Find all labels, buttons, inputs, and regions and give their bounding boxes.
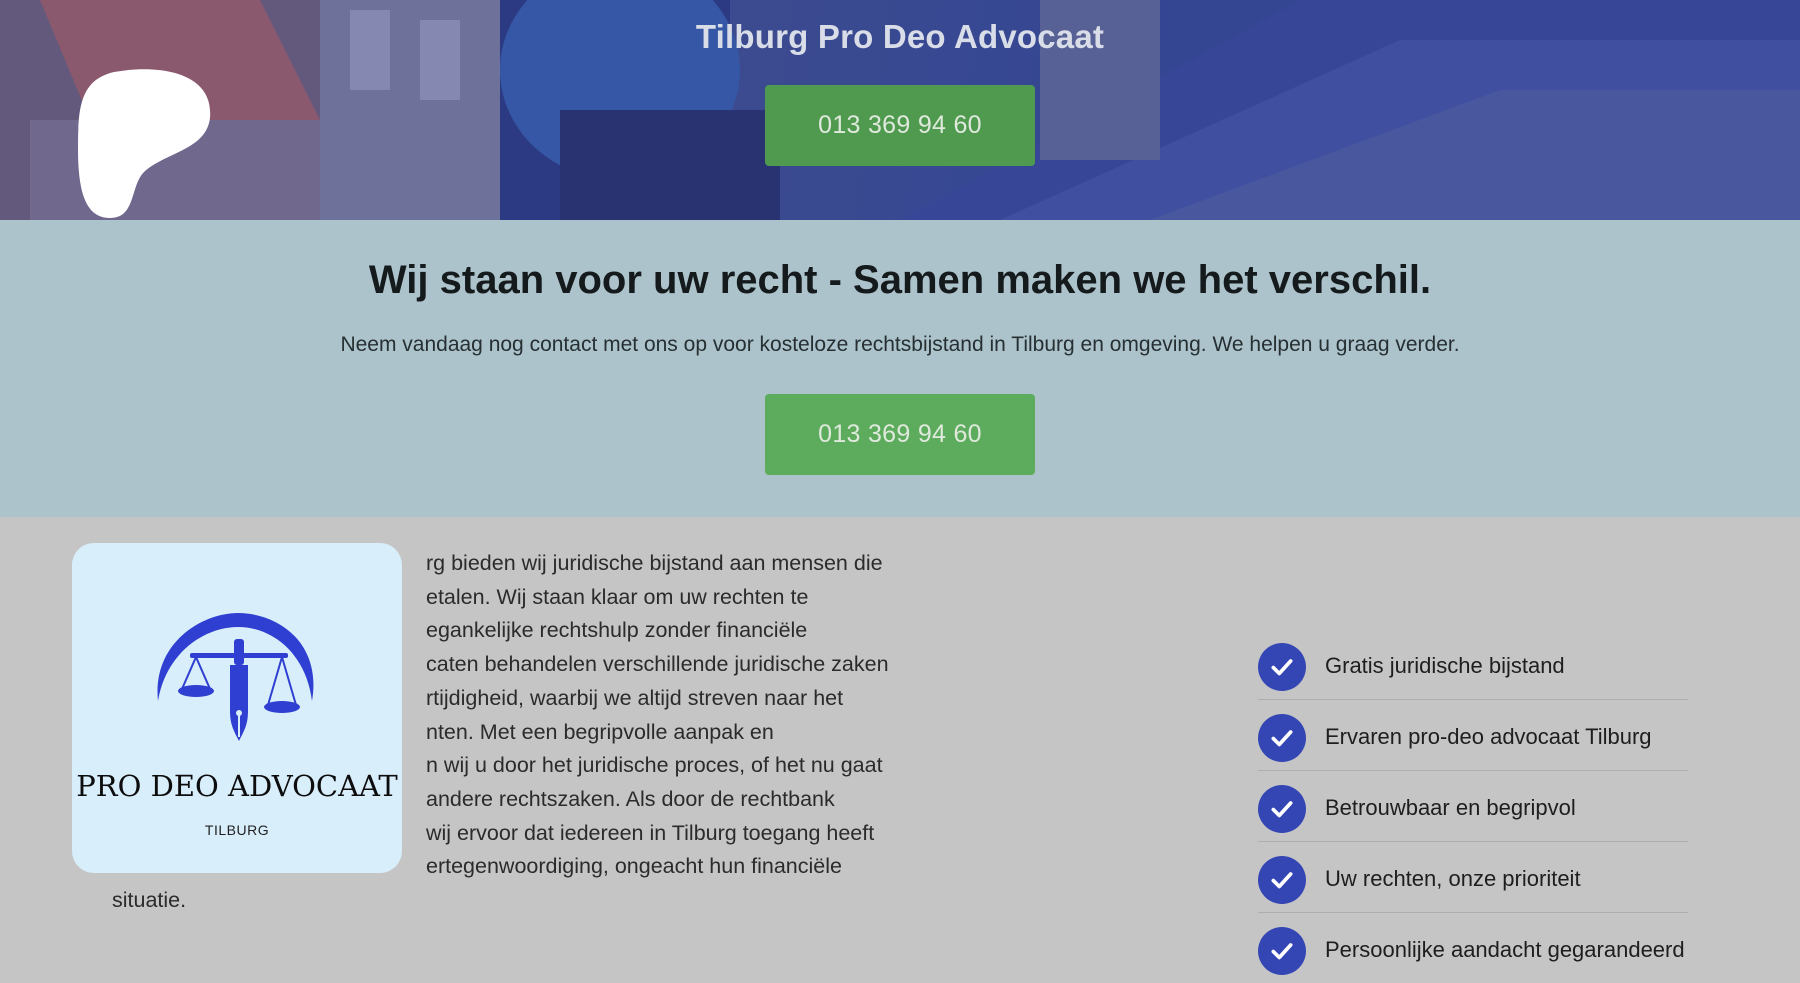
feature-label: Gratis juridische bijstand bbox=[1325, 653, 1565, 678]
feature-item: Gratis juridische bijstand bbox=[1258, 629, 1688, 700]
cta-band: Wij staan voor uw recht - Samen maken we… bbox=[0, 220, 1800, 517]
cta-phone-button[interactable]: 013 369 94 60 bbox=[765, 394, 1035, 475]
hero-title: Tilburg Pro Deo Advocaat bbox=[695, 18, 1105, 55]
feature-item: Betrouwbaar en begripvol bbox=[1258, 771, 1688, 842]
feature-item: Persoonlijke aandacht gegarandeerd bbox=[1258, 913, 1688, 983]
logo-subtitle: TILBURG bbox=[204, 822, 270, 838]
check-circle-icon bbox=[1258, 714, 1306, 762]
logo-title: PRO DEO ADVOCAAT bbox=[76, 769, 398, 803]
hero-phone-button[interactable]: 013 369 94 60 bbox=[765, 85, 1035, 166]
brand-blob-icon bbox=[78, 69, 211, 218]
feature-item: Uw rechten, onze prioriteit bbox=[1258, 842, 1688, 913]
hero-banner: Tilburg Pro Deo Advocaat 013 369 94 60 bbox=[0, 0, 1800, 220]
feature-list: Gratis juridische bijstand Ervaren pro-d… bbox=[1258, 629, 1688, 983]
feature-item: Ervaren pro-deo advocaat Tilburg bbox=[1258, 700, 1688, 771]
cta-text: Neem vandaag nog contact met ons op voor… bbox=[340, 333, 1460, 356]
scales-of-justice-pen-icon bbox=[157, 613, 314, 741]
check-circle-icon bbox=[1258, 785, 1306, 833]
feature-label: Betrouwbaar en begripvol bbox=[1325, 795, 1576, 820]
feature-label: Uw rechten, onze prioriteit bbox=[1325, 866, 1581, 891]
intro-line: situatie. bbox=[112, 888, 187, 913]
feature-label: Persoonlijke aandacht gegarandeerd bbox=[1325, 937, 1685, 962]
check-circle-icon bbox=[1258, 927, 1306, 975]
check-circle-icon bbox=[1258, 643, 1306, 691]
feature-label: Ervaren pro-deo advocaat Tilburg bbox=[1325, 724, 1652, 749]
check-circle-icon bbox=[1258, 856, 1306, 904]
content-section: rg bieden wij juridische bijstand aan me… bbox=[0, 517, 1800, 975]
cta-heading: Wij staan voor uw recht - Samen maken we… bbox=[368, 258, 1432, 302]
pro-deo-logo-card: PRO DEO ADVOCAAT TILBURG bbox=[72, 543, 402, 873]
